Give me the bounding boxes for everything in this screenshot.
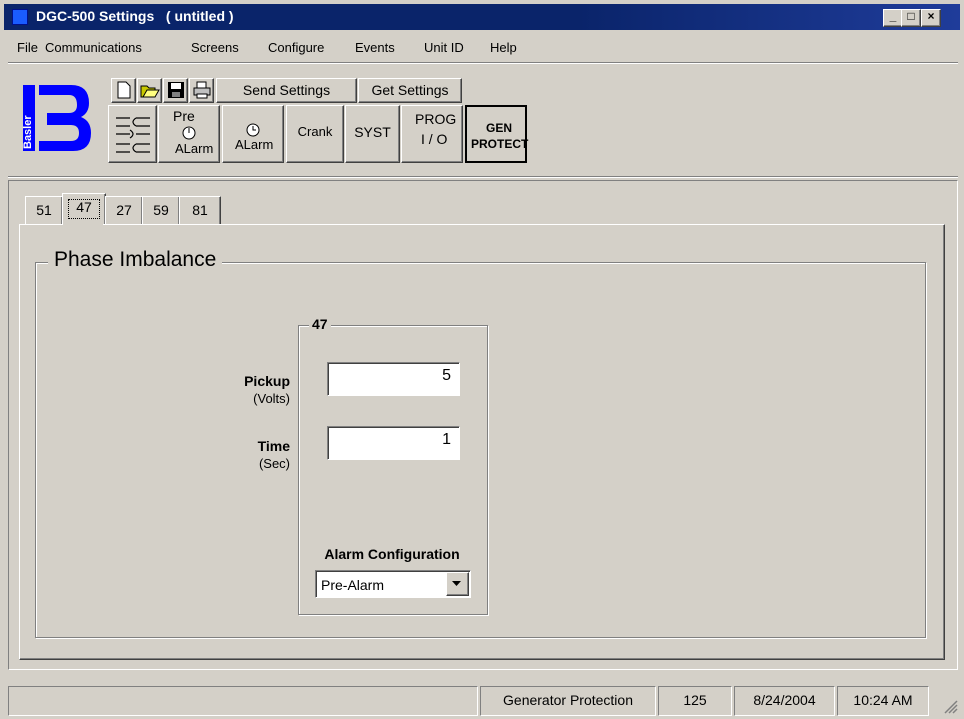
status-count: 125 [658, 686, 732, 716]
status-panel-empty [8, 686, 478, 716]
get-settings-button[interactable]: Get Settings [358, 78, 462, 103]
menu-configure[interactable]: Configure [268, 40, 324, 55]
menu-events[interactable]: Events [355, 40, 395, 55]
breaker-diagram-icon [115, 117, 150, 153]
gen-protect-label-bottom: PROTECT [471, 137, 529, 151]
prog-io-button[interactable]: PROG I / O [401, 105, 463, 163]
pre-alarm-label-bottom: ALarm [175, 141, 214, 156]
alarm-configuration-value: Pre-Alarm [321, 577, 385, 593]
toolbar-bottom-divider [8, 176, 958, 178]
menu-communications[interactable]: Communications [45, 40, 142, 55]
open-button[interactable] [137, 78, 162, 103]
function-47-title: 47 [309, 316, 331, 332]
app-icon[interactable] [12, 9, 28, 25]
menu-unit-id[interactable]: Unit ID [424, 40, 464, 55]
maximize-button[interactable]: □ [901, 9, 921, 27]
new-file-icon [117, 81, 130, 99]
save-disk-icon [167, 82, 184, 98]
window-title: DGC-500 Settings ( untitled ) [36, 8, 234, 24]
print-icon [193, 81, 210, 99]
open-folder-icon [140, 85, 160, 98]
new-file-button[interactable] [111, 78, 136, 103]
basler-logo: Basler [14, 70, 98, 168]
status-date: 8/24/2004 [734, 686, 835, 716]
alarm-button[interactable]: ALarm [222, 105, 284, 163]
send-settings-button[interactable]: Send Settings [216, 78, 357, 103]
status-time: 10:24 AM [837, 686, 929, 716]
tab-focus-rect [68, 199, 100, 219]
dropdown-arrow-button[interactable] [446, 572, 469, 596]
phase-imbalance-title: Phase Imbalance [48, 248, 223, 272]
basler-logo-icon: Basler [22, 85, 91, 151]
pickup-label: Pickup [244, 373, 290, 389]
gen-protect-label-top: GEN [486, 121, 513, 135]
menu-screens[interactable]: Screens [191, 40, 239, 55]
status-section: Generator Protection [480, 686, 656, 716]
gen-protect-button[interactable]: GEN PROTECT [465, 105, 529, 163]
menu-help[interactable]: Help [490, 40, 517, 55]
pickup-input[interactable]: 5 [327, 362, 460, 396]
minimize-button[interactable]: _ [883, 9, 903, 27]
time-unit: (Sec) [258, 456, 290, 471]
prog-io-label-top: PROG [415, 111, 457, 127]
breaker-diagram-button[interactable] [108, 105, 157, 163]
alarm-configuration-select[interactable]: Pre-Alarm [315, 570, 471, 598]
crank-button[interactable]: Crank [286, 105, 344, 163]
time-input[interactable]: 1 [327, 426, 460, 460]
close-button[interactable]: × [921, 9, 941, 27]
toolbar-divider [8, 62, 958, 64]
print-button[interactable] [189, 78, 214, 103]
title-bar: DGC-500 Settings ( untitled ) _ □ × [4, 4, 960, 30]
save-button[interactable] [163, 78, 188, 103]
pre-alarm-button[interactable]: Pre ALarm [158, 105, 220, 163]
pickup-unit: (Volts) [253, 391, 290, 406]
syst-button[interactable]: SYST [345, 105, 400, 163]
alarm-label: ALarm [235, 137, 274, 152]
chevron-down-icon [452, 581, 461, 586]
svg-text:Basler: Basler [22, 115, 34, 149]
resize-grip-icon[interactable] [944, 700, 958, 714]
alarm-configuration-label: Alarm Configuration [324, 546, 460, 562]
menu-file[interactable]: File [17, 40, 38, 55]
tab-page-active-join [63, 224, 103, 226]
prog-io-label-bottom: I / O [421, 131, 448, 147]
time-label: Time [257, 438, 290, 454]
